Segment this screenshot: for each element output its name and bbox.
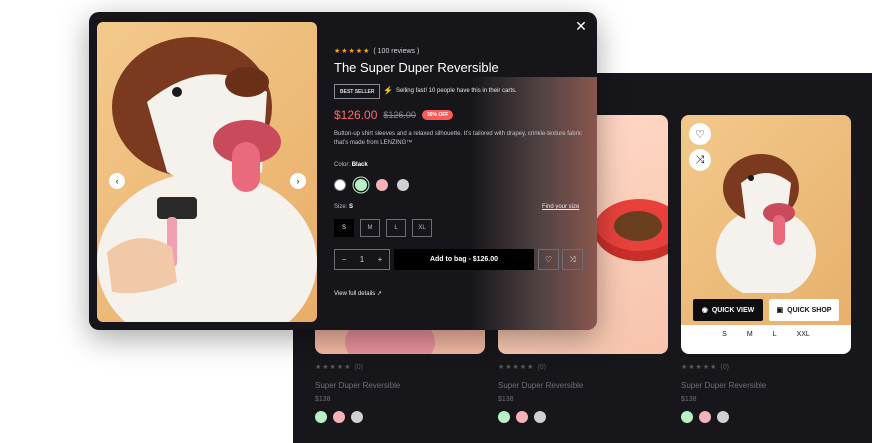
- discount-badge: 30% OFF: [421, 110, 454, 120]
- wishlist-button[interactable]: ♡: [538, 249, 559, 270]
- color-options: [334, 179, 409, 191]
- product-hero-image: ‹ ›: [97, 22, 317, 322]
- size-button-l[interactable]: L: [386, 219, 406, 237]
- color-label: Color: Black: [334, 162, 368, 168]
- swatch[interactable]: [717, 411, 729, 423]
- quick-shop-label: QUICK SHOP: [787, 306, 832, 314]
- wishlist-button[interactable]: ♡: [689, 123, 711, 145]
- swatch-row: [498, 411, 668, 423]
- next-image-button[interactable]: ›: [290, 173, 306, 189]
- dog-illustration: [97, 37, 317, 322]
- quick-view-button[interactable]: ◉ QUICK VIEW: [693, 299, 763, 321]
- size-options: S M L XXL: [681, 329, 851, 340]
- size-button-m[interactable]: M: [360, 219, 380, 237]
- swatch[interactable]: [534, 411, 546, 423]
- swatch[interactable]: [516, 411, 528, 423]
- bolt-icon: ⚡: [383, 86, 393, 95]
- product-rating: ★★★★★( 100 reviews ): [334, 47, 419, 55]
- star-icon: ★★★★★: [334, 48, 371, 55]
- view-full-details-link[interactable]: View full details ↗: [334, 290, 382, 297]
- quick-view-modal: ‹ › ✕ ★★★★★( 100 reviews ) The Super Dup…: [89, 12, 597, 330]
- chevron-left-icon: ‹: [115, 176, 119, 186]
- swatch[interactable]: [681, 411, 693, 423]
- dog-illustration: [716, 154, 816, 293]
- heart-icon: ♡: [544, 255, 553, 264]
- review-count[interactable]: ( 100 reviews ): [373, 48, 419, 55]
- quantity-value[interactable]: 1: [360, 255, 364, 264]
- color-swatch-pink[interactable]: [376, 179, 388, 191]
- compare-button[interactable]: ⤨: [562, 249, 583, 270]
- selected-size: S: [349, 204, 354, 210]
- swatch[interactable]: [498, 411, 510, 423]
- size-option[interactable]: XXL: [794, 329, 813, 340]
- swatch[interactable]: [333, 411, 345, 423]
- swatch[interactable]: [315, 411, 327, 423]
- eye-icon: ◉: [701, 307, 708, 314]
- swatch-row: [681, 411, 851, 423]
- bag-icon: ▣: [776, 307, 784, 314]
- product-rating: ★★★★★ (0): [315, 364, 363, 371]
- add-to-bag-button[interactable]: Add to bag - $126.00: [394, 249, 534, 270]
- size-option[interactable]: S: [719, 329, 730, 340]
- product-rating: ★★★★★ (0): [498, 364, 546, 371]
- heart-icon: ♡: [695, 128, 705, 141]
- decrement-button[interactable]: −: [342, 255, 347, 264]
- price-row: $126.00 $126.00 30% OFF: [334, 108, 454, 122]
- compare-button[interactable]: ⤨: [689, 149, 711, 171]
- product-price: $138: [315, 396, 331, 403]
- swatch[interactable]: [699, 411, 711, 423]
- close-icon: ✕: [575, 17, 587, 34]
- shuffle-icon: ⤨: [569, 254, 576, 264]
- quick-shop-button[interactable]: ▣ QUICK SHOP: [769, 299, 839, 321]
- quantity-stepper: − 1 +: [334, 249, 390, 270]
- color-swatch-white[interactable]: [334, 179, 346, 191]
- product-name[interactable]: Super Duper Reversible: [315, 381, 485, 390]
- size-options: S M L XL: [334, 219, 432, 237]
- product-price: $138: [681, 396, 697, 403]
- shuffle-icon: ⤨: [695, 153, 705, 166]
- size-button-xl[interactable]: XL: [412, 219, 432, 237]
- dog-image: [681, 115, 851, 325]
- product-info: ★★★★★ (0) Super Duper Reversible $138: [681, 363, 851, 423]
- size-label: Size: S: [334, 204, 354, 210]
- close-button[interactable]: ✕: [573, 18, 589, 34]
- increment-button[interactable]: +: [378, 255, 383, 264]
- product-name[interactable]: Super Duper Reversible: [681, 381, 851, 390]
- chevron-right-icon: ›: [296, 176, 300, 186]
- size-button-s[interactable]: S: [334, 219, 354, 237]
- product-description: Button-up shirt sleeves and a relaxed si…: [334, 131, 582, 146]
- swatch[interactable]: [351, 411, 363, 423]
- product-info: ★★★★★ (0) Super Duper Reversible $138: [498, 363, 668, 423]
- find-size-link[interactable]: Find your size: [542, 204, 579, 210]
- quick-view-label: QUICK VIEW: [711, 306, 755, 314]
- selling-fast-notice: ⚡ Selling fast! 10 people have this in t…: [383, 86, 517, 95]
- size-option[interactable]: M: [744, 329, 756, 340]
- product-card-image[interactable]: ♡ ⤨ ◉ QUICK VIEW ▣ QUICK SHOP S M L XXL: [681, 115, 851, 354]
- prev-image-button[interactable]: ‹: [109, 173, 125, 189]
- current-price: $126.00: [334, 108, 378, 122]
- bowl-image: [594, 199, 668, 261]
- color-swatch-gray[interactable]: [397, 179, 409, 191]
- selected-color: Black: [351, 162, 368, 168]
- original-price: $126.00: [383, 110, 416, 120]
- product-title: The Super Duper Reversible: [334, 60, 499, 75]
- product-info: ★★★★★ (0) Super Duper Reversible $138: [315, 363, 485, 423]
- color-swatch-green[interactable]: [355, 179, 367, 191]
- best-seller-badge: BEST SELLER: [334, 84, 381, 99]
- selling-fast-text: Selling fast! 10 people have this in the…: [395, 87, 517, 94]
- size-option[interactable]: L: [770, 329, 780, 340]
- product-name[interactable]: Super Duper Reversible: [498, 381, 668, 390]
- swatch-row: [315, 411, 485, 423]
- product-rating: ★★★★★ (0): [681, 364, 729, 371]
- product-price: $138: [498, 396, 514, 403]
